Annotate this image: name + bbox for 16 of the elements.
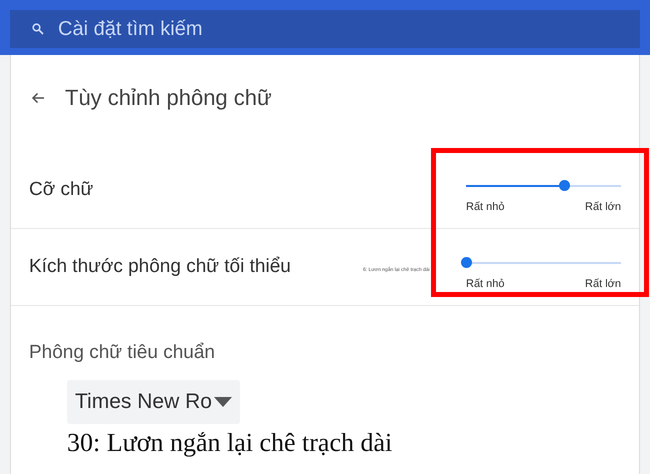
page-title: Tùy chỉnh phông chữ xyxy=(65,84,272,110)
min-label: Rất nhỏ xyxy=(466,200,505,212)
font-preview-text: 30: Lươn ngắn lại chê trạch dài xyxy=(67,428,392,458)
slider-thumb[interactable] xyxy=(461,256,472,268)
search-field[interactable]: Cài đặt tìm kiếm xyxy=(10,10,640,48)
max-label: Rất lớn xyxy=(585,200,621,212)
min-label: Rất nhỏ xyxy=(466,278,505,290)
setting-label: Kích thước phông chữ tối thiểu xyxy=(29,256,291,278)
font-dropdown[interactable]: Times New Ro xyxy=(67,380,240,424)
slider-thumb[interactable] xyxy=(558,180,570,190)
section-heading: Phông chữ tiêu chuẩn xyxy=(29,342,215,364)
back-arrow-icon[interactable] xyxy=(31,92,45,104)
caret-icon xyxy=(214,397,232,407)
search-icon xyxy=(32,23,44,35)
max-label: Rất lớn xyxy=(585,278,621,290)
setting-label: Cỡ chữ xyxy=(29,179,94,201)
